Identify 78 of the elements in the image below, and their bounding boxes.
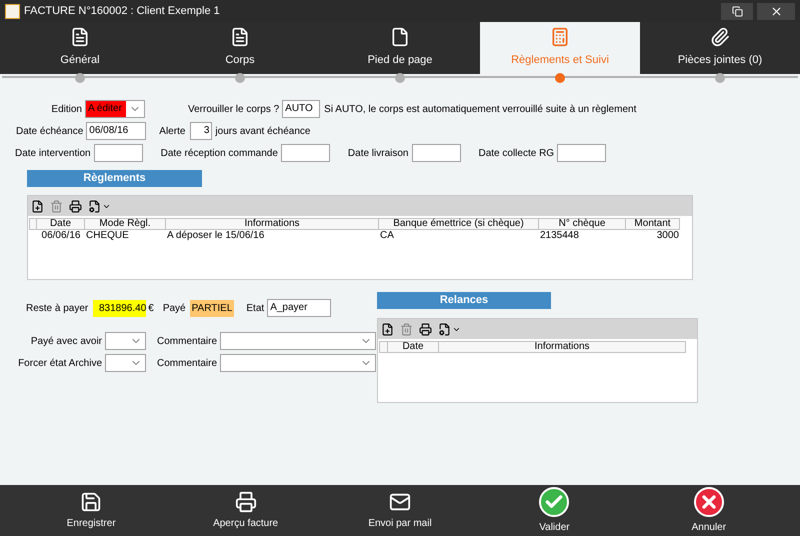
tab[interactable]: Pied de page <box>320 22 480 74</box>
field-label: Date échéance <box>16 124 84 138</box>
dropdown[interactable] <box>220 332 376 350</box>
close-icon <box>694 486 724 516</box>
table-cell-text: CA <box>379 230 395 242</box>
input-field[interactable] <box>557 144 606 162</box>
field-label: Date réception commande <box>160 146 278 160</box>
tab[interactable]: Pièces jointes (0) <box>640 22 800 74</box>
app-logo-icon <box>5 4 20 18</box>
field-label: Etat <box>246 302 264 316</box>
printer-icon <box>234 490 257 512</box>
dropdown[interactable] <box>105 332 146 350</box>
column-header: Informations <box>166 218 379 230</box>
field-label: Payé avec avoir <box>30 334 102 348</box>
amount-value: 831896.40 <box>93 300 146 316</box>
column-header: Date <box>37 218 85 230</box>
action-button[interactable]: Annuler <box>632 486 786 534</box>
dropdown[interactable]: AUTO <box>282 100 320 118</box>
printer-icon[interactable] <box>419 322 432 336</box>
column-header: N° chèque <box>539 218 626 230</box>
dropdown[interactable]: A éditer <box>85 100 145 118</box>
column-header: Banque émettrice (si chèque) <box>379 218 539 230</box>
field-label: Date livraison <box>348 146 408 160</box>
table-cell-text: 3000 <box>656 230 680 242</box>
page-icon <box>390 27 410 48</box>
input-field[interactable]: 3 <box>190 122 212 140</box>
column-header: Date <box>388 341 439 353</box>
field-label: Commentaire <box>157 356 218 370</box>
field-label: Date collecte RG <box>478 146 554 160</box>
document-icon <box>70 27 90 48</box>
checkmark-icon <box>539 486 570 516</box>
input-field[interactable] <box>280 144 330 162</box>
input-field[interactable] <box>94 144 143 162</box>
tab[interactable]: Général <box>0 22 160 74</box>
close-icon <box>770 4 782 18</box>
restore-button[interactable] <box>721 2 753 20</box>
paperclip-icon <box>710 27 730 48</box>
column-header: Montant <box>626 218 680 230</box>
table-cell-text: 06/06/16 <box>40 230 82 242</box>
field-label: Forcer état Archive <box>17 356 102 370</box>
document-icon <box>230 27 250 48</box>
action-button[interactable]: Envoi par mail <box>322 490 478 530</box>
help-text: Si AUTO, le corps est automatiquement verrouillé suite à un règlement <box>324 102 636 116</box>
calculator-icon <box>550 27 570 48</box>
input-field[interactable]: 06/08/16 <box>86 122 146 140</box>
column-header: Mode Règl. <box>85 218 166 230</box>
field-label: Reste à payer <box>26 302 88 316</box>
table-cell-text: CHEQUE <box>85 230 130 242</box>
field-label: Verrouiller le corps ? <box>188 102 280 116</box>
restore-icon <box>732 6 742 16</box>
table-cell-text: 2135448 <box>539 230 580 242</box>
tab[interactable]: Corps <box>160 22 320 74</box>
action-button[interactable]: Enregistrer <box>14 490 168 530</box>
field-label: Date intervention <box>15 146 91 160</box>
input-field[interactable] <box>412 144 460 162</box>
dropdown[interactable] <box>105 354 146 372</box>
dropdown[interactable] <box>220 354 376 372</box>
section-header: Règlements <box>27 170 202 187</box>
field-label: Commentaire <box>157 334 218 348</box>
document-settings-icon[interactable] <box>438 322 451 336</box>
input-field[interactable]: A_payer <box>267 299 332 317</box>
action-button[interactable]: Valider <box>477 486 632 534</box>
field-label: Alerte <box>159 124 186 138</box>
add-document-icon[interactable] <box>381 322 394 336</box>
window-title: FACTURE N°160002 : Client Exemple 1 <box>24 4 221 19</box>
column-header: Informations <box>439 341 686 353</box>
currency-symbol: € <box>148 302 154 316</box>
field-label: Payé <box>162 302 186 316</box>
printer-icon[interactable] <box>69 200 82 212</box>
field-label: Edition <box>50 102 82 116</box>
payment-status: PARTIEL <box>190 300 234 316</box>
action-button[interactable]: Aperçu facture <box>168 490 323 530</box>
field-label: jours avant échéance <box>215 124 310 138</box>
table-cell-text: A déposer le 15/06/16 <box>166 230 266 242</box>
add-document-icon[interactable] <box>31 200 44 212</box>
close-button[interactable] <box>757 2 795 20</box>
section-header: Relances <box>377 292 551 309</box>
document-settings-icon[interactable] <box>88 200 101 212</box>
